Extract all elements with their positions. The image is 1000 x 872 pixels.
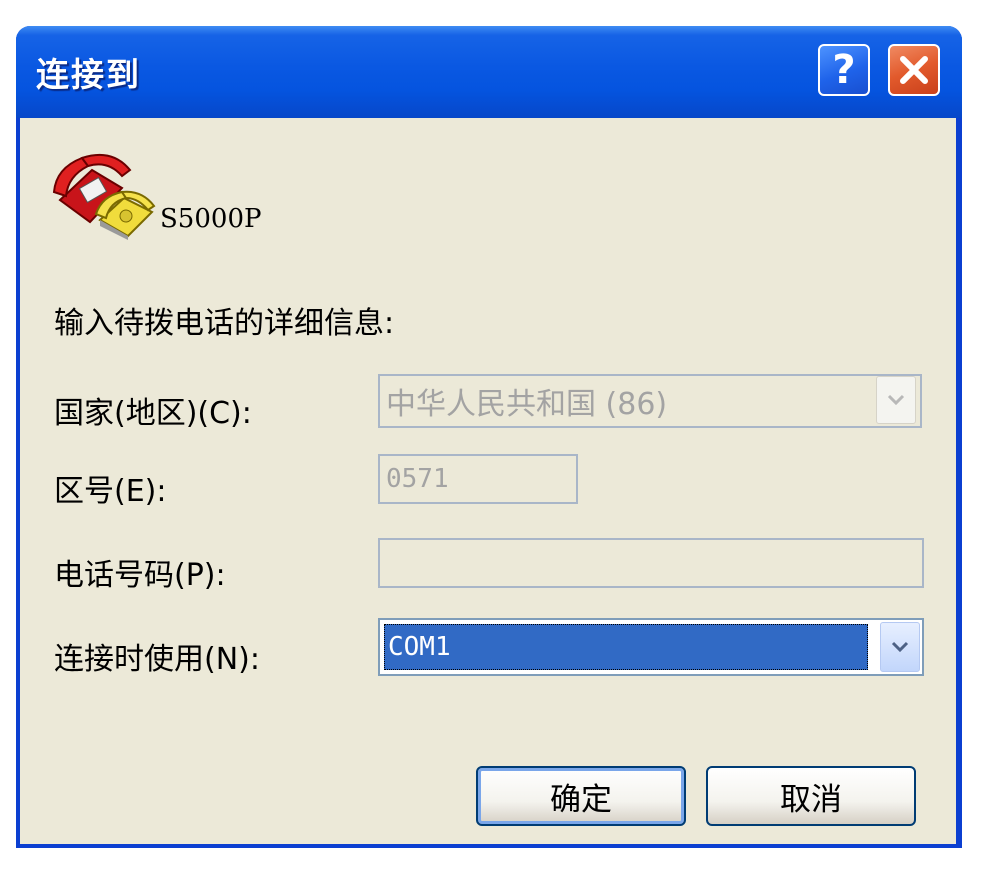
area-code-input[interactable]: 0571	[378, 454, 578, 504]
connect-using-selection: COM1	[384, 624, 868, 670]
window-title: 连接到	[36, 55, 141, 94]
close-icon	[900, 56, 928, 84]
phone-number-input[interactable]	[378, 538, 924, 588]
close-button[interactable]	[888, 44, 940, 96]
connect-using-value: COM1	[388, 632, 451, 662]
telephone-icon	[52, 154, 156, 240]
country-value: 中华人民共和国 (86)	[386, 387, 668, 422]
area-code-label: 区号(E):	[54, 474, 167, 509]
connect-dialog: 连接到 ? S5000P 输入待拨电话的详细信息: 国家(地区)(C): 中华人…	[16, 26, 962, 848]
connection-name: S5000P	[160, 204, 262, 234]
ok-button[interactable]: 确定	[476, 766, 686, 826]
connect-using-label: 连接时使用(N):	[54, 642, 260, 677]
connect-using-dropdown-button[interactable]	[880, 622, 920, 672]
country-select[interactable]: 中华人民共和国 (86)	[378, 374, 922, 428]
country-dropdown-button[interactable]	[876, 376, 916, 424]
instructions-label: 输入待拨电话的详细信息:	[54, 306, 395, 341]
chevron-down-icon	[891, 641, 909, 653]
cancel-button[interactable]: 取消	[706, 766, 916, 826]
help-button[interactable]: ?	[818, 44, 870, 96]
title-bar[interactable]: 连接到 ?	[16, 26, 962, 118]
dialog-body: S5000P 输入待拨电话的详细信息: 国家(地区)(C): 中华人民共和国 (…	[20, 118, 956, 844]
phone-number-label: 电话号码(P):	[54, 558, 226, 593]
chevron-down-icon	[887, 394, 905, 406]
connect-using-select[interactable]: COM1	[378, 618, 924, 676]
help-icon: ?	[832, 47, 856, 93]
country-label: 国家(地区)(C):	[54, 396, 252, 431]
